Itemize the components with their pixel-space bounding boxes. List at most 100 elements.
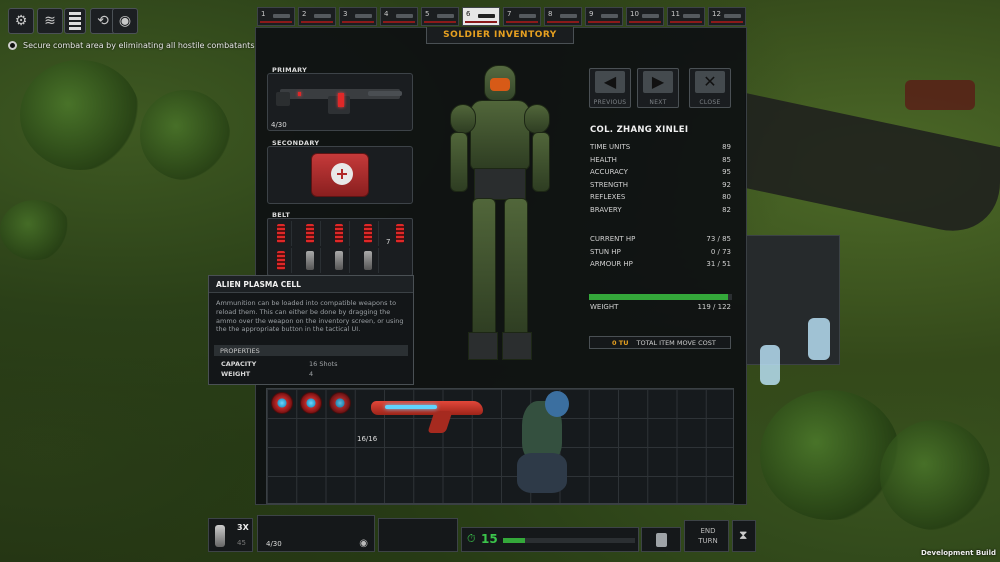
item-tooltip: ALIEN PLASMA CELL Ammunition can be load… [208,275,414,385]
plasma-rifle-icon[interactable] [371,395,483,435]
tab-number: 12 [712,10,721,18]
ammo-clip-icon [277,224,285,243]
weapon-quickslot[interactable]: 4/30 ◉ [257,515,375,552]
soldier-tab-3[interactable]: 3 [339,7,377,26]
tab-health-bar [588,21,620,23]
rifle-icon [355,14,372,18]
grenade-icon [364,251,372,270]
ground-inventory-grid[interactable] [266,388,734,504]
belt-cell[interactable] [270,248,292,273]
kneel-icon [656,533,667,547]
soldier-tab-12[interactable]: 12 [708,7,746,26]
previous-label: PREVIOUS [593,99,627,106]
time-units-fill [503,538,526,543]
next-label: NEXT [649,99,667,106]
ammo-clip-icon [306,224,314,243]
tab-number: 10 [630,10,639,18]
cycle-icon: ⟲ [97,13,109,29]
belt-cell[interactable] [299,248,321,273]
belt-cell[interactable] [357,221,379,246]
belt-slot[interactable] [267,218,413,276]
close-label: CLOSE [699,99,721,106]
medkit-icon [311,153,369,197]
stat-row: TIME UNITS 89 [590,143,731,151]
close-button[interactable]: ✕ CLOSE [689,68,731,108]
level-layers-button[interactable]: ≋ [37,8,63,34]
move-cost-box: 0 TU TOTAL ITEM MOVE COST [589,336,731,349]
rifle-icon [437,14,454,18]
soldier-tab-5[interactable]: 5 [421,7,459,26]
grenade-quickslot[interactable]: 3X 45 [208,518,253,552]
belt-cell[interactable] [270,221,292,246]
kneel-button[interactable] [641,527,681,552]
rifle-icon [478,14,495,18]
weapon-ammo: 4/30 [266,540,282,548]
soldier-name: COL. ZHANG XINLEI [590,125,689,135]
plasma-cell-icon[interactable] [329,392,351,414]
plasma-cell-icon[interactable] [300,392,322,414]
previous-button[interactable]: ◀ PREVIOUS [589,68,631,108]
belt-cell[interactable] [389,221,411,246]
tab-number: 11 [671,10,680,18]
item-quickslot[interactable] [378,518,458,552]
rifle-icon [601,14,618,18]
rifle-icon [519,14,536,18]
objective-marker-icon [8,41,17,50]
weight-bar-fill [589,294,729,300]
dev-build-label: Development Build [920,549,996,557]
wait-button[interactable]: ⧗ [732,520,756,552]
grenade-icon [335,251,343,270]
ammo-clip-icon [277,251,285,270]
tab-health-bar [260,21,292,23]
soldier-tab-11[interactable]: 11 [667,7,705,26]
tooltip-prop-row: CAPACITY 16 Shots [221,360,338,368]
weight-bar [589,294,732,300]
alien-corpse-icon[interactable] [507,391,577,501]
stat-row: REFLEXES 80 [590,193,731,202]
tab-health-bar [711,21,743,23]
stopwatch-icon: ⏱ [467,532,476,545]
tab-number: 7 [507,10,512,18]
settings-button[interactable]: ⚙ [8,8,34,34]
end-turn-label: END TURN [698,527,718,545]
vital-row: STUN HP 0 / 73 [590,247,731,256]
belt-cell[interactable] [328,221,350,246]
rifle-icon [396,14,413,18]
rifle-icon [314,14,331,18]
primary-slot[interactable] [267,73,413,131]
tab-number: 1 [261,10,266,18]
plasma-rifle-ammo: 16/16 [357,435,378,443]
soldier-tab-10[interactable]: 10 [626,7,664,26]
soldier-tab-6[interactable]: 6 [462,7,500,26]
stat-row: BRAVERY 82 [590,206,731,214]
soldier-tab-4[interactable]: 4 [380,7,418,26]
grenade-icon [215,525,225,547]
soldier-tab-9[interactable]: 9 [585,7,623,26]
soldier-tab-7[interactable]: 7 [503,7,541,26]
level-stepper[interactable] [64,8,86,34]
tab-number: 9 [589,10,594,18]
belt-cell[interactable] [299,221,321,246]
rifle-icon [683,14,700,18]
stat-row: ACCURACY 95 [590,168,731,177]
vital-row: ARMOUR HP 31 / 51 [590,260,731,269]
toggle-view-button[interactable]: ◉ [112,8,138,34]
soldier-tabs: 1 2 3 4 5 6 7 8 9 10 11 12 [257,7,746,26]
soldier-tab-8[interactable]: 8 [544,7,582,26]
plasma-cell-icon[interactable] [271,392,293,414]
tab-number: 8 [548,10,553,18]
grenade-sub: 45 [237,539,246,547]
eye-icon: ◉ [359,538,368,549]
tab-health-bar [547,21,579,23]
end-turn-button[interactable]: END TURN [684,520,729,552]
soldier-tab-1[interactable]: 1 [257,7,295,26]
next-button[interactable]: ▶ NEXT [637,68,679,108]
soldier-tab-2[interactable]: 2 [298,7,336,26]
belt-cell[interactable] [328,248,350,273]
belt-cell[interactable] [357,248,379,273]
vital-row: CURRENT HP 73 / 85 [590,235,731,243]
grenade-icon [306,251,314,270]
objective: Secure combat area by eliminating all ho… [8,41,255,50]
tab-health-bar [342,21,374,23]
tab-health-bar [506,21,538,23]
